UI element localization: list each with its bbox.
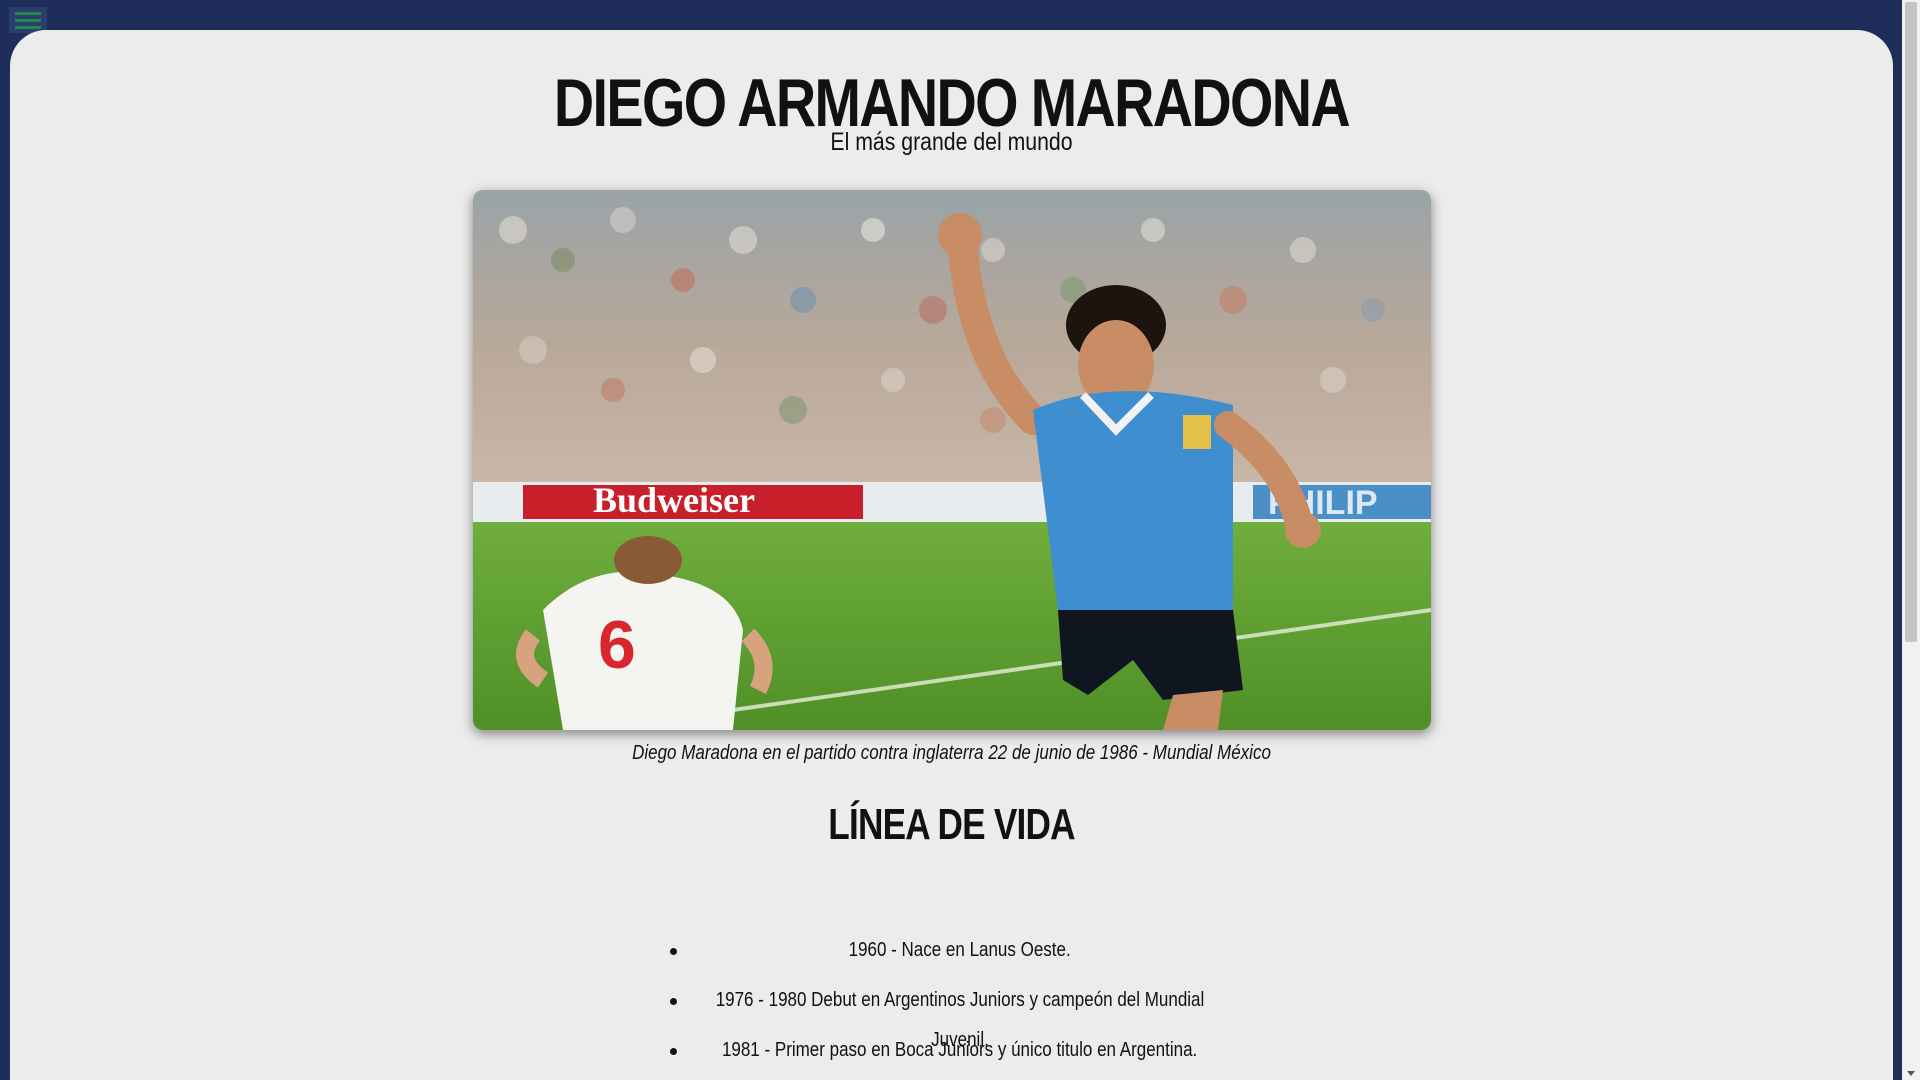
timeline-item-text: 1960 - Nace en Lanus Oeste. — [848, 939, 1072, 961]
scrollbar-thumb[interactable] — [1905, 2, 1917, 642]
vertical-scrollbar[interactable] — [1902, 0, 1920, 1080]
banner-text-left: Budweiser — [593, 480, 755, 520]
jersey-number: 6 — [598, 607, 636, 683]
page-subtitle: El más grande del mundo — [830, 128, 1073, 156]
timeline-item-text: 1981 - Primer paso en Boca Juniors y úni… — [722, 1039, 1198, 1061]
timeline-item: 1960 - Nace en Lanus Oeste. — [650, 930, 1270, 980]
bullet-icon — [670, 1048, 677, 1055]
hero-caption: Diego Maradona en el partido contra ingl… — [632, 742, 1271, 764]
hamburger-icon-line — [15, 25, 41, 29]
hero-image: Budweiser PHILIP 6 — [473, 190, 1431, 730]
timeline-item: 1981 - Primer paso en Boca Juniors y úni… — [650, 1030, 1270, 1080]
hamburger-icon-line — [15, 18, 41, 22]
bullet-icon — [670, 948, 677, 955]
timeline-list: 1960 - Nace en Lanus Oeste. 1976 - 1980 … — [650, 930, 1270, 1080]
bullet-icon — [670, 998, 677, 1005]
timeline-item: 1976 - 1980 Debut en Argentinos Juniors … — [650, 980, 1270, 1051]
scroll-down-arrow-icon[interactable] — [1907, 1071, 1915, 1076]
main-content: DIEGO ARMANDO MARADONA El más grande del… — [10, 30, 1893, 1080]
hamburger-menu-button[interactable] — [9, 7, 47, 33]
hamburger-icon — [15, 11, 41, 15]
timeline-title: LÍNEA DE VIDA — [828, 800, 1075, 849]
